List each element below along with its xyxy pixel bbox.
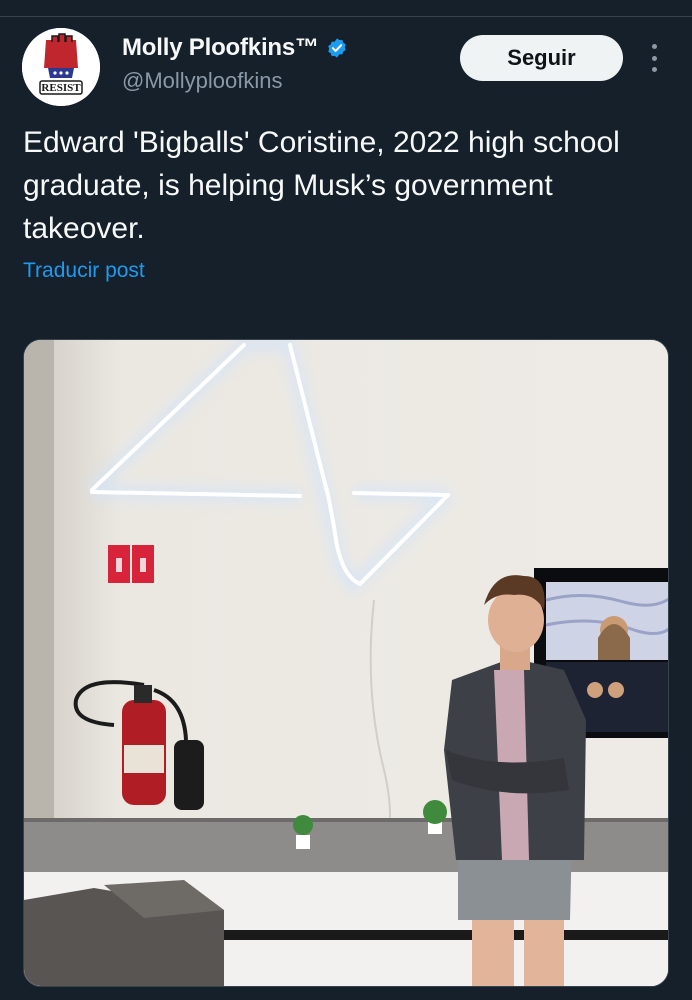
more-dot (651, 44, 657, 49)
resist-logo: RESIST (22, 28, 100, 106)
more-dot (651, 55, 657, 61)
post-media-photo[interactable] (23, 339, 669, 987)
more-dot (651, 67, 657, 72)
translate-post-link[interactable]: Traducir post (23, 259, 145, 283)
post-text: Edward 'Bigballs' Coristine, 2022 high s… (23, 126, 620, 245)
author-name-row[interactable]: Molly Ploofkins™ (122, 33, 348, 63)
svg-text:RESIST: RESIST (41, 82, 81, 94)
verified-badge-icon (328, 38, 346, 58)
top-divider (0, 16, 692, 17)
follow-button[interactable]: Seguir (460, 35, 623, 81)
author-display-name[interactable]: Molly Ploofkins™ (122, 34, 319, 62)
author-avatar[interactable]: RESIST (22, 28, 100, 106)
more-options-icon[interactable] (644, 44, 664, 72)
author-handle[interactable]: @Mollyploofkins (122, 68, 283, 94)
photo-image (24, 340, 668, 986)
